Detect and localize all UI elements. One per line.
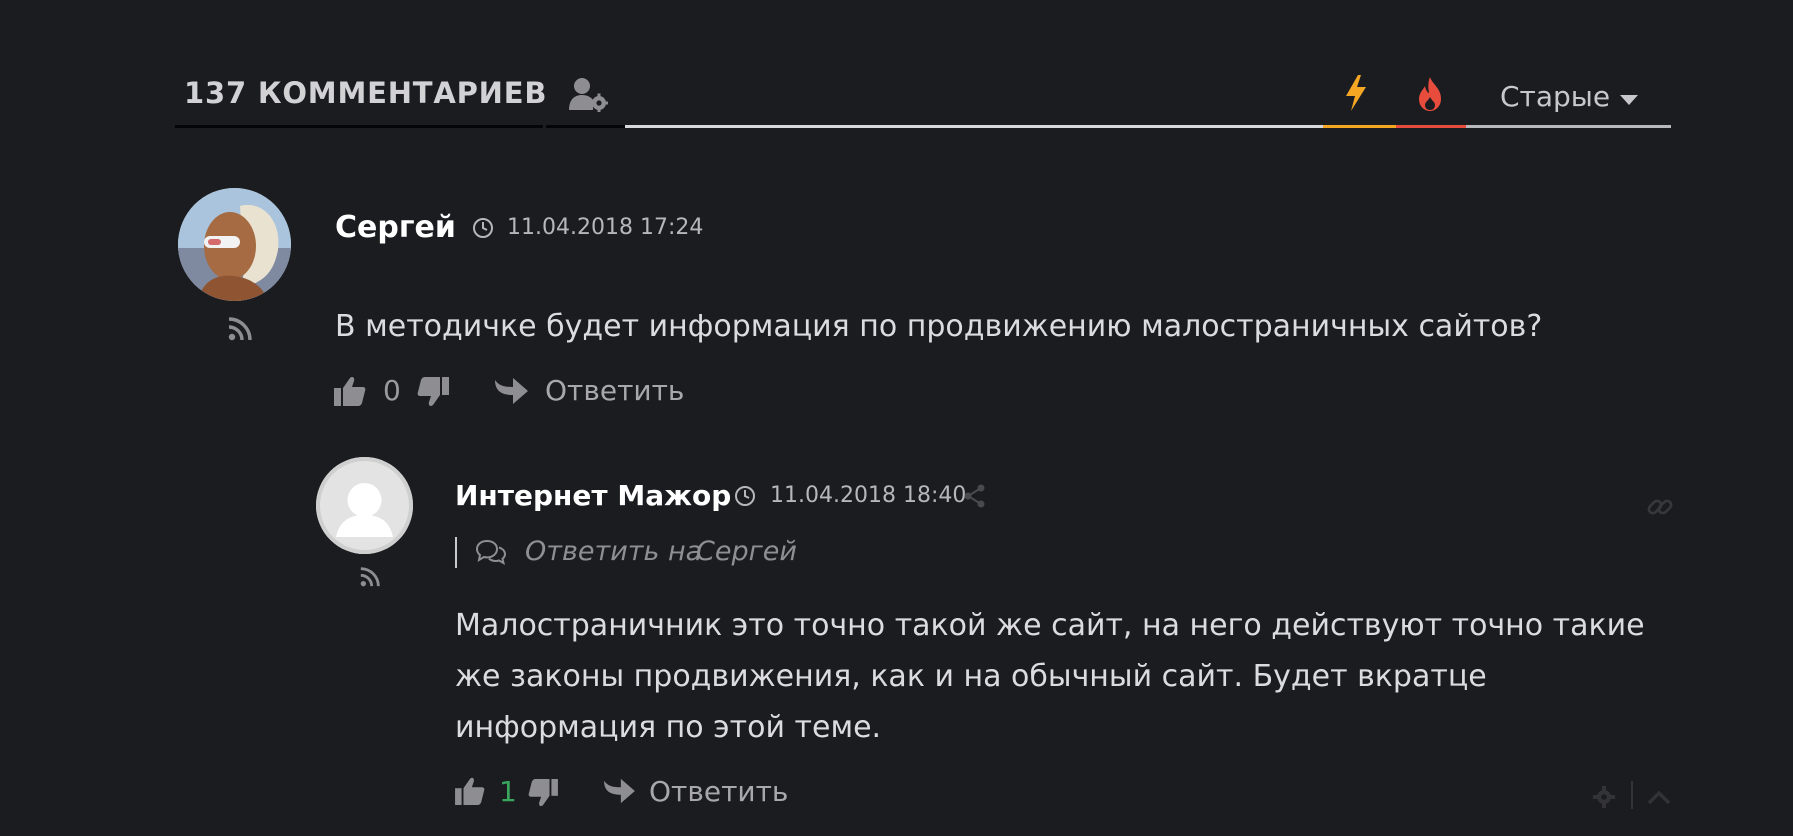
upvote-button[interactable] <box>455 777 485 805</box>
reply-to-prefix: Ответить на <box>525 536 703 567</box>
reply-arrow-icon <box>604 778 635 804</box>
comment-date[interactable]: 11.04.2018 17:24 <box>507 215 703 240</box>
comment-text: В методичке будет информация по продвиже… <box>335 309 1543 344</box>
thumbs-down-icon <box>417 377 449 406</box>
caret-down-icon <box>1620 95 1638 105</box>
reply-to-marker <box>455 537 457 568</box>
comment-date[interactable]: 11.04.2018 18:40 <box>770 483 966 508</box>
lightning-icon <box>1346 75 1366 111</box>
permalink-button[interactable] <box>1647 494 1673 520</box>
comment-author[interactable]: Сергей <box>335 210 456 245</box>
reply-to-name[interactable]: Сергей <box>696 536 797 567</box>
comment-text: Малостраничник это точно такой же сайт, … <box>455 608 1645 745</box>
comments-count: 137 КОММЕНТАРИЕВ <box>184 76 548 110</box>
default-avatar-icon <box>317 458 412 553</box>
rss-icon <box>228 317 252 341</box>
share-icon <box>964 484 985 508</box>
clock-icon <box>734 485 756 507</box>
tab-underline-sort <box>1466 125 1671 128</box>
fire-icon <box>1419 77 1441 111</box>
clock-icon <box>472 217 494 239</box>
avatar[interactable] <box>178 188 291 301</box>
comment-author[interactable]: Интернет Мажор <box>455 479 731 512</box>
sort-dropdown-label[interactable]: Старые <box>1500 80 1610 113</box>
reply-link[interactable]: Ответить <box>649 775 788 808</box>
sort-hot-button[interactable] <box>1416 76 1444 112</box>
downvote-button[interactable] <box>528 779 558 807</box>
comments-icon <box>476 539 506 565</box>
rss-button[interactable] <box>360 567 380 587</box>
user-settings-icon <box>569 78 608 112</box>
tab-underline-count <box>175 125 543 128</box>
reply-button[interactable] <box>493 376 529 406</box>
tab-underline-hot <box>1396 125 1466 128</box>
tab-underline-rest <box>625 125 1323 128</box>
toolbar-divider <box>1631 781 1633 809</box>
upvote-button[interactable] <box>334 376 366 406</box>
collapse-button[interactable] <box>1647 790 1671 806</box>
sort-latest-button[interactable] <box>1343 74 1369 112</box>
reply-link[interactable]: Ответить <box>545 374 684 407</box>
user-settings-button[interactable] <box>568 76 608 112</box>
vote-count: 0 <box>383 374 401 407</box>
share-button[interactable] <box>964 484 986 508</box>
tab-underline-latest <box>1323 125 1396 128</box>
vote-count: 1 <box>499 775 517 808</box>
thumbs-up-icon <box>455 777 485 805</box>
rss-button[interactable] <box>228 317 252 341</box>
gear-icon <box>1593 786 1615 808</box>
thumbs-down-icon <box>528 779 558 807</box>
avatar-photo <box>178 188 291 301</box>
downvote-button[interactable] <box>417 377 449 407</box>
sort-dropdown-caret[interactable] <box>1620 95 1638 106</box>
tab-underline-settings <box>546 125 625 128</box>
reply-button[interactable] <box>602 777 636 805</box>
comment-settings-button[interactable] <box>1592 785 1616 809</box>
rss-icon <box>360 567 380 587</box>
avatar[interactable] <box>316 457 413 554</box>
chevron-up-icon <box>1647 790 1671 805</box>
reply-arrow-icon <box>495 378 528 404</box>
thumbs-up-icon <box>334 377 366 406</box>
link-icon <box>1647 499 1673 515</box>
